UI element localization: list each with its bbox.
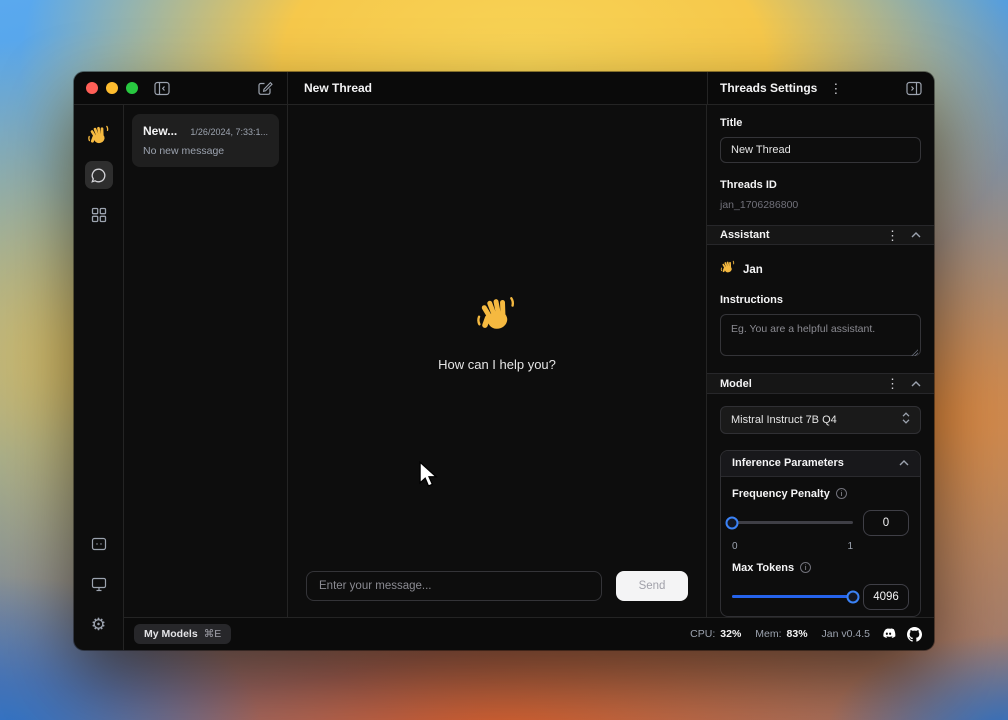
textarea-resize-handle[interactable] <box>911 349 918 356</box>
frequency-penalty-slider[interactable] <box>732 516 853 530</box>
my-models-shortcut: ⌘E <box>204 628 222 640</box>
greeting-text: How can I help you? <box>438 357 556 372</box>
titlebar-left <box>74 72 287 104</box>
model-section-header[interactable]: Model ⋮ <box>707 373 934 393</box>
slider-min-label: 0 <box>732 541 738 552</box>
thread-list-item[interactable]: New... 1/26/2024, 7:33:1... No new messa… <box>132 114 279 167</box>
new-thread-icon[interactable] <box>257 80 273 96</box>
slider-max-label: 4096 <box>831 615 853 617</box>
dots-square-icon[interactable] <box>85 530 113 558</box>
thread-settings-panel: Title Threads ID jan_1706286800 Assistan… <box>707 105 934 617</box>
inference-parameters-header[interactable]: Inference Parameters <box>721 451 920 477</box>
inference-parameters-card: Inference Parameters Frequency Penalty <box>720 450 921 617</box>
zoom-window-button[interactable] <box>126 82 138 94</box>
close-window-button[interactable] <box>86 82 98 94</box>
ribbon-sidebar: ⚙ <box>74 105 124 650</box>
assistant-collapse-chevron-icon[interactable] <box>911 232 921 238</box>
max-tokens-param: Max Tokens 4096 <box>732 562 909 617</box>
assistant-section-header[interactable]: Assistant ⋮ <box>707 225 934 245</box>
slider-thumb[interactable] <box>847 590 860 603</box>
thread-title-input[interactable] <box>720 137 921 163</box>
threads-settings-title: Threads Settings <box>720 81 817 95</box>
memory-usage: Mem: 83% <box>755 628 807 640</box>
info-icon[interactable] <box>836 488 847 499</box>
max-tokens-slider[interactable] <box>732 590 853 604</box>
status-bar: My Models ⌘E CPU: 32% Mem: 83% Jan v0.4.… <box>124 617 934 650</box>
jan-app-window: New Thread Threads Settings ⋮ <box>74 72 934 650</box>
github-icon[interactable] <box>907 627 922 642</box>
thread-list: New... 1/26/2024, 7:33:1... No new messa… <box>124 105 287 617</box>
minimize-window-button[interactable] <box>106 82 118 94</box>
thread-item-timestamp: 1/26/2024, 7:33:1... <box>190 127 268 137</box>
inference-collapse-chevron-icon[interactable] <box>899 460 909 466</box>
slider-max-label: 1 <box>847 541 853 552</box>
cpu-usage: CPU: 32% <box>690 628 741 640</box>
my-models-button[interactable]: My Models ⌘E <box>134 624 231 644</box>
instructions-label: Instructions <box>720 294 921 306</box>
assistant-name: Jan <box>743 264 763 276</box>
model-select-dropdown[interactable]: Mistral Instruct 7B Q4 <box>720 406 921 434</box>
traffic-lights <box>86 82 138 94</box>
frequency-penalty-param: Frequency Penalty 0 <box>732 488 909 552</box>
assistant-wave-emoji <box>720 259 736 280</box>
model-selected-value: Mistral Instruct 7B Q4 <box>731 414 837 426</box>
max-tokens-label: Max Tokens <box>732 562 794 574</box>
main-thread-title: New Thread <box>304 81 372 95</box>
frequency-penalty-value[interactable]: 0 <box>863 510 909 536</box>
model-header-label: Model <box>720 378 752 390</box>
collapse-left-panel-icon[interactable] <box>154 81 170 96</box>
frequency-penalty-label: Frequency Penalty <box>732 488 830 500</box>
title-field-label: Title <box>720 117 921 129</box>
model-menu-icon[interactable]: ⋮ <box>886 377 899 390</box>
select-chevrons-icon <box>902 412 910 427</box>
threads-id-label: Threads ID <box>720 179 921 191</box>
titlebar-main: New Thread <box>287 72 707 104</box>
collapse-right-panel-icon[interactable] <box>906 81 922 96</box>
assistant-identity: Jan <box>720 259 921 280</box>
assistants-grid-icon[interactable] <box>85 201 113 229</box>
info-icon[interactable] <box>800 562 811 573</box>
discord-icon[interactable] <box>880 628 897 641</box>
titlebar: New Thread Threads Settings ⋮ <box>74 72 934 105</box>
system-monitor-icon[interactable] <box>85 570 113 598</box>
message-input-row: Send <box>288 559 706 617</box>
assistant-menu-icon[interactable]: ⋮ <box>886 229 899 242</box>
thread-item-preview: No new message <box>143 145 268 157</box>
app-version: Jan v0.4.5 <box>822 628 870 640</box>
jan-wave-logo-icon[interactable] <box>85 121 113 149</box>
settings-gear-icon[interactable]: ⚙ <box>85 610 113 638</box>
wave-emoji <box>475 292 519 341</box>
threads-id-value: jan_1706286800 <box>720 199 921 211</box>
slider-thumb[interactable] <box>726 516 739 529</box>
instructions-textarea[interactable] <box>720 314 921 356</box>
titlebar-panel: Threads Settings ⋮ <box>707 72 934 104</box>
slider-min-label: 100 <box>732 615 749 617</box>
threads-nav-icon[interactable] <box>85 161 113 189</box>
empty-thread-greeting: How can I help you? <box>288 105 706 559</box>
threads-settings-menu-icon[interactable]: ⋮ <box>829 82 842 95</box>
chat-main-area: How can I help you? Send <box>287 105 707 617</box>
send-button[interactable]: Send <box>616 571 688 601</box>
max-tokens-value[interactable]: 4096 <box>863 584 909 610</box>
thread-item-title: New... <box>143 124 177 138</box>
inference-parameters-label: Inference Parameters <box>732 457 844 469</box>
model-collapse-chevron-icon[interactable] <box>911 381 921 387</box>
assistant-header-label: Assistant <box>720 229 770 241</box>
message-input[interactable] <box>306 571 602 601</box>
